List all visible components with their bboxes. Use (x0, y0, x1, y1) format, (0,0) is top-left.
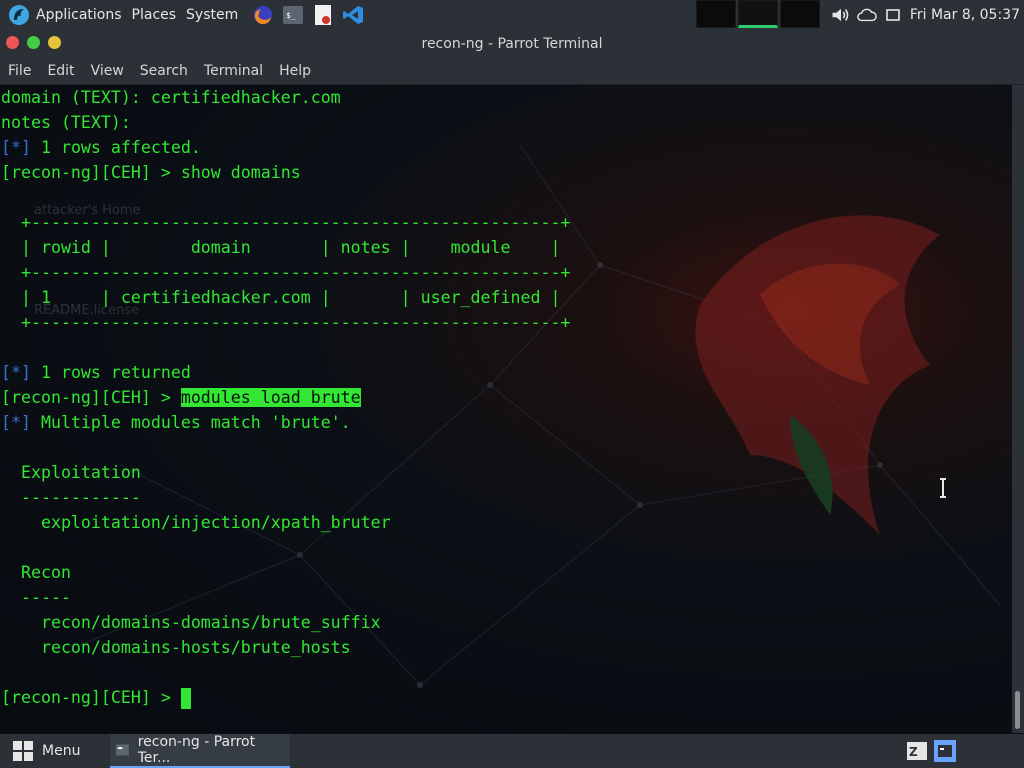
window-titlebar[interactable]: recon-ng - Parrot Terminal (0, 30, 1024, 58)
menu-terminal[interactable]: Terminal (196, 63, 271, 79)
network-cloud-icon[interactable] (857, 5, 877, 25)
selected-command: modules load brute (180, 388, 361, 407)
terminal-line: | rowid | domain | notes | module | (1, 235, 570, 260)
window-title: recon-ng - Parrot Terminal (421, 36, 603, 52)
typed-command: show domains (180, 163, 301, 182)
taskbar-menu-label: Menu (42, 743, 81, 759)
taskbar-tray: Z (900, 740, 956, 762)
terminal-icon[interactable]: $_ (282, 4, 304, 26)
volume-icon[interactable] (831, 5, 851, 25)
terminal-text: +---------------------------------------… (1, 263, 571, 282)
terminal-line: ----- (1, 585, 570, 610)
system-menu[interactable]: System (186, 0, 248, 30)
terminal-line: recon/domains-hosts/brute_hosts (1, 635, 570, 660)
terminal-scrollbar[interactable] (1012, 85, 1024, 733)
terminal-text: | rowid | domain | notes | module | (1, 238, 561, 257)
status-tag: [*] (1, 138, 31, 157)
text-cursor (180, 688, 191, 709)
bottom-taskbar: Menu recon-ng - Parrot Ter... Z (0, 734, 1024, 768)
terminal-text: ----- (1, 588, 71, 607)
svg-text:$_: $_ (286, 11, 296, 20)
terminal-line: exploitation/injection/xpath_bruter (1, 510, 570, 535)
system-tray: Fri Mar 8, 05:37 (828, 0, 1024, 30)
svg-text:Z: Z (909, 745, 918, 759)
workspace-2[interactable] (738, 0, 778, 28)
terminal-text: exploitation/injection/xpath_bruter (1, 513, 391, 532)
clock[interactable]: Fri Mar 8, 05:37 (910, 7, 1020, 23)
status-tag: [*] (1, 413, 31, 432)
parrot-logo-icon (9, 5, 29, 25)
menu-edit[interactable]: Edit (39, 63, 82, 79)
terminal-line: Exploitation (1, 460, 570, 485)
vscode-icon[interactable] (342, 4, 364, 26)
applications-menu-label: Applications (36, 7, 122, 23)
terminal-task-icon (115, 744, 129, 756)
terminal-line: [recon-ng][CEH] > show domains (1, 160, 570, 185)
mouse-ibeam-cursor-icon (940, 478, 946, 498)
applications-menu[interactable]: Applications (0, 0, 132, 30)
show-desktop-terminal-icon[interactable] (934, 740, 956, 762)
system-menu-label: System (186, 7, 239, 23)
taskbar-window-recon-ng[interactable]: recon-ng - Parrot Ter... (110, 734, 290, 768)
terminal-line: [*] Multiple modules match 'brute'. (1, 410, 570, 435)
terminal-view[interactable]: attacker's Home README.license domain (T… (0, 85, 1012, 733)
terminal-line: [*] 1 rows affected. (1, 135, 570, 160)
terminal-line: | 1 | certifiedhacker.com | | user_defin… (1, 285, 570, 310)
grid-menu-icon (13, 741, 33, 761)
terminal-text: 1 rows affected. (30, 138, 201, 157)
terminal-text: +---------------------------------------… (1, 213, 571, 232)
shell-prompt: [recon-ng][CEH] > (1, 163, 181, 182)
terminal-text: recon/domains-hosts/brute_hosts (1, 638, 351, 657)
workspace-3[interactable] (780, 0, 820, 28)
places-menu[interactable]: Places (132, 0, 187, 30)
terminal-text: domain (TEXT): certifiedhacker.com (1, 88, 341, 107)
terminal-line: +---------------------------------------… (1, 210, 570, 235)
terminal-output: domain (TEXT): certifiedhacker.com notes … (1, 85, 570, 710)
workspace-switcher (696, 0, 822, 30)
workspace-1[interactable] (696, 0, 736, 28)
terminal-line: recon/domains-domains/brute_suffix (1, 610, 570, 635)
firefox-icon[interactable] (252, 4, 274, 26)
text-editor-icon[interactable] (312, 4, 334, 26)
menu-search[interactable]: Search (132, 63, 196, 79)
places-menu-label: Places (131, 7, 177, 23)
shell-prompt: [recon-ng][CEH] > (1, 688, 181, 707)
terminal-line: Recon (1, 560, 570, 585)
terminal-text: notes (TEXT): (1, 113, 131, 132)
terminal-line: [*] 1 rows returned (1, 360, 570, 385)
parrot-wallpaper-icon (695, 215, 940, 535)
taskbar-window-label: recon-ng - Parrot Ter... (137, 734, 256, 766)
terminal-text: +---------------------------------------… (1, 313, 571, 332)
top-panel: Applications Places System $_ Fri Mar 8,… (0, 0, 1024, 30)
shell-prompt: [recon-ng][CEH] > (1, 388, 181, 407)
terminal-line: +---------------------------------------… (1, 310, 570, 335)
menu-help[interactable]: Help (271, 63, 319, 79)
terminal-text: recon/domains-domains/brute_suffix (1, 613, 381, 632)
terminal-text: Exploitation (1, 463, 141, 482)
terminal-line: ------------ (1, 485, 570, 510)
archive-manager-icon[interactable]: Z (906, 740, 928, 762)
screen-icon[interactable] (883, 5, 903, 25)
terminal-line: +---------------------------------------… (1, 260, 570, 285)
terminal-menubar: File Edit View Search Terminal Help (0, 58, 1024, 85)
terminal-line: [recon-ng][CEH] > modules load brute (1, 385, 570, 410)
terminal-line: [recon-ng][CEH] > (1, 685, 570, 710)
scrollbar-thumb[interactable] (1015, 691, 1020, 729)
menu-file[interactable]: File (0, 63, 39, 79)
terminal-line: notes (TEXT): (1, 110, 570, 135)
terminal-line: domain (TEXT): certifiedhacker.com (1, 85, 570, 110)
terminal-text: | 1 | certifiedhacker.com | | user_defin… (1, 288, 561, 307)
menu-view[interactable]: View (83, 63, 132, 79)
taskbar-menu-button[interactable]: Menu (0, 734, 98, 768)
terminal-text: ------------ (1, 488, 141, 507)
terminal-text: Multiple modules match 'brute'. (30, 413, 351, 432)
terminal-text: 1 rows returned (30, 363, 191, 382)
terminal-text: Recon (1, 563, 71, 582)
status-tag: [*] (1, 363, 31, 382)
